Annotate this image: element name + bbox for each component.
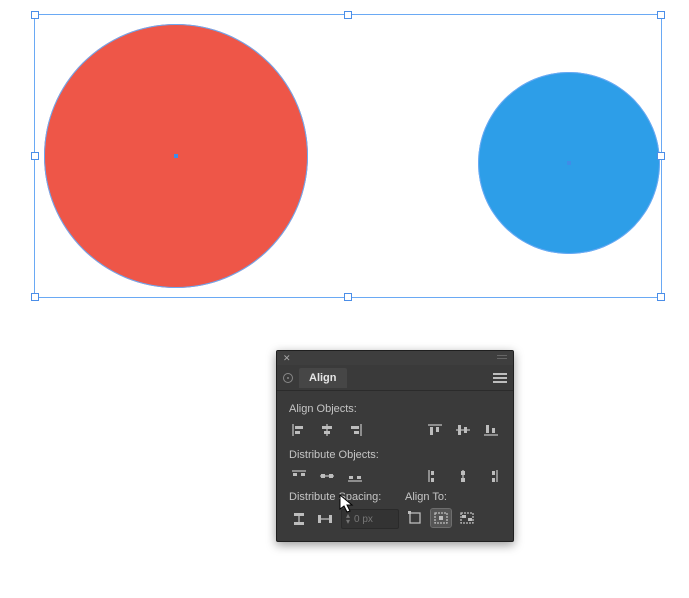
align-left-icon[interactable]	[289, 421, 309, 439]
sun-icon	[283, 373, 293, 383]
spacing-value-input[interactable]: ▴▾ 0 px	[341, 509, 399, 529]
row-bottom: Distribute Spacing: ▴▾ 0 px Align To:	[289, 491, 501, 529]
align-to-selection-icon[interactable]	[431, 509, 451, 527]
label-align-objects: Align Objects:	[289, 403, 501, 415]
align-vcenter-icon[interactable]	[453, 421, 473, 439]
dist-right-icon[interactable]	[481, 467, 501, 485]
row-distribute-objects	[289, 467, 501, 485]
panel-menu-icon[interactable]	[493, 373, 507, 383]
dist-top-icon[interactable]	[289, 467, 309, 485]
resize-handle-tr[interactable]	[657, 11, 665, 19]
resize-handle-rc[interactable]	[657, 152, 665, 160]
close-icon[interactable]: ✕	[283, 354, 291, 363]
resize-handle-lc[interactable]	[31, 152, 39, 160]
label-align-to: Align To:	[405, 491, 501, 503]
label-distribute-spacing: Distribute Spacing:	[289, 491, 399, 503]
resize-handle-tc[interactable]	[344, 11, 352, 19]
align-to-artboard-icon[interactable]	[405, 509, 425, 527]
resize-handle-tl[interactable]	[31, 11, 39, 19]
panel-tabs: Align	[277, 365, 513, 391]
dist-space-h-icon[interactable]	[315, 510, 335, 528]
spacing-value-text: 0 px	[354, 514, 373, 525]
row-align-objects	[289, 421, 501, 439]
dist-space-v-icon[interactable]	[289, 510, 309, 528]
align-bottom-icon[interactable]	[481, 421, 501, 439]
panel-topbar[interactable]: ✕	[277, 351, 513, 365]
align-right-icon[interactable]	[345, 421, 365, 439]
align-panel: ✕ Align Align Objects: Distribute Object…	[276, 350, 514, 542]
panel-body: Align Objects: Distribute Objects:	[277, 391, 513, 541]
tab-align[interactable]: Align	[299, 368, 347, 388]
align-hcenter-icon[interactable]	[317, 421, 337, 439]
resize-handle-bl[interactable]	[31, 293, 39, 301]
resize-handle-bc[interactable]	[344, 293, 352, 301]
dist-bottom-icon[interactable]	[345, 467, 365, 485]
align-top-icon[interactable]	[425, 421, 445, 439]
dist-hcenter-icon[interactable]	[453, 467, 473, 485]
align-to-key-icon[interactable]	[457, 509, 477, 527]
resize-handle-br[interactable]	[657, 293, 665, 301]
dist-left-icon[interactable]	[425, 467, 445, 485]
drag-grip-icon[interactable]	[497, 355, 507, 361]
label-distribute-objects: Distribute Objects:	[289, 449, 501, 461]
dist-vcenter-icon[interactable]	[317, 467, 337, 485]
selection-bounding-box[interactable]	[34, 14, 662, 298]
